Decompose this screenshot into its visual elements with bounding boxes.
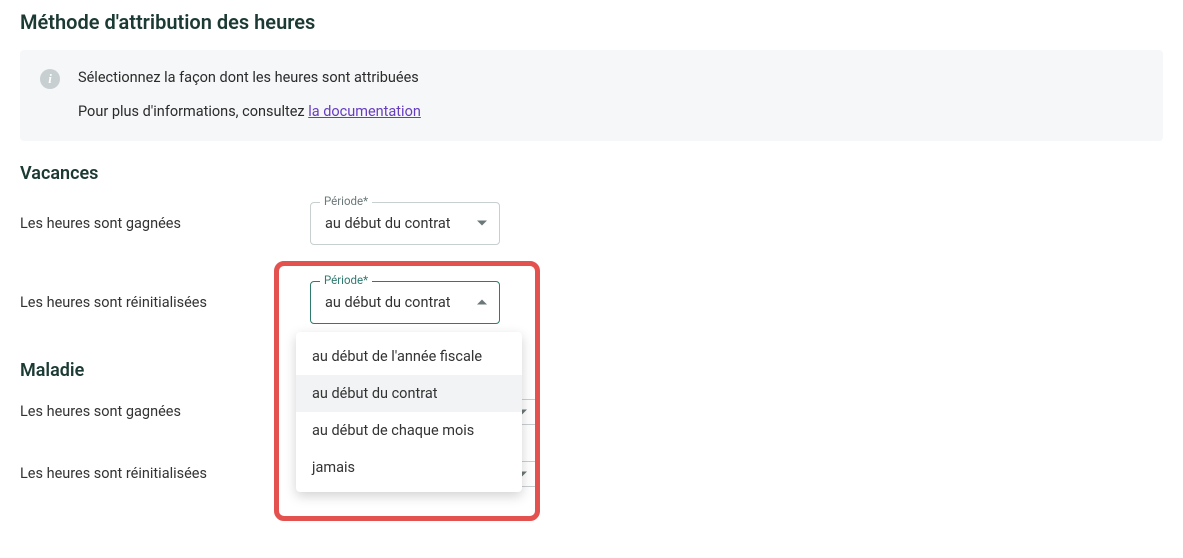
chevron-up-icon [477, 300, 487, 305]
row-vacances-reset: Les heures sont réinitialisées Période* … [20, 281, 1163, 324]
dropdown-option[interactable]: au début du contrat [296, 375, 522, 412]
dropdown-option[interactable]: au début de chaque mois [296, 412, 522, 449]
dropdown-option[interactable]: jamais [296, 449, 522, 486]
row-maladie-earned: Les heures sont gagnées Période* [20, 399, 1163, 425]
select-vacances-earned-wrap: Période* au début du contrat [310, 202, 500, 245]
label-vacances-reset: Les heures sont réinitialisées [20, 294, 310, 311]
select-vacances-earned-value: au début du contrat [325, 215, 450, 232]
dropdown-option[interactable]: au début de l'année fiscale [296, 338, 522, 375]
info-icon: i [40, 69, 60, 89]
info-line-2-prefix: Pour plus d'informations, consultez [78, 103, 308, 120]
row-maladie-reset: Les heures sont réinitialisées Période* [20, 461, 1163, 487]
documentation-link[interactable]: la documentation [308, 103, 421, 120]
chevron-down-icon [477, 221, 487, 226]
dropdown-menu-vacances-reset: au début de l'année fiscale au début du … [296, 332, 522, 492]
field-label-vacances-earned: Période* [320, 194, 372, 208]
info-line-1: Sélectionnez la façon dont les heures so… [78, 68, 421, 88]
info-banner: i Sélectionnez la façon dont les heures … [20, 50, 1163, 141]
select-vacances-reset-wrap: Période* au début du contrat au début de… [310, 281, 500, 324]
select-vacances-reset-value: au début du contrat [325, 294, 450, 311]
select-vacances-earned[interactable]: au début du contrat [310, 202, 500, 245]
info-line-2: Pour plus d'informations, consultez la d… [78, 102, 421, 122]
row-vacances-earned: Les heures sont gagnées Période* au débu… [20, 202, 1163, 245]
section-title-maladie: Maladie [20, 360, 1163, 381]
select-vacances-reset[interactable]: au début du contrat [310, 281, 500, 324]
info-text: Sélectionnez la façon dont les heures so… [78, 68, 421, 123]
page-title: Méthode d'attribution des heures [20, 10, 1163, 34]
label-maladie-earned: Les heures sont gagnées [20, 403, 310, 420]
field-label-vacances-reset: Période* [320, 273, 372, 287]
label-vacances-earned: Les heures sont gagnées [20, 215, 310, 232]
section-title-vacances: Vacances [20, 163, 1163, 184]
label-maladie-reset: Les heures sont réinitialisées [20, 465, 310, 482]
